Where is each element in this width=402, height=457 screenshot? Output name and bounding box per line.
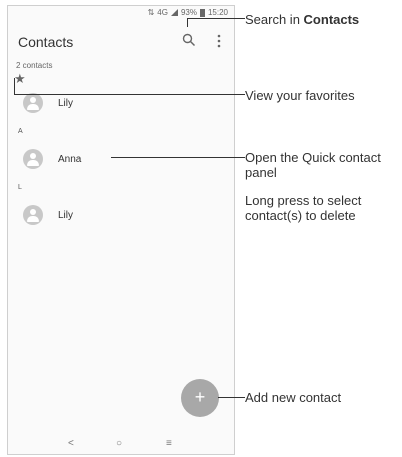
favorites-star-icon: ★ <box>14 71 26 86</box>
contact-count: 2 contacts <box>16 61 53 70</box>
avatar <box>23 149 43 169</box>
section-header-a: A <box>18 128 23 135</box>
page-title: Contacts <box>18 34 74 50</box>
callout-line-add <box>218 397 245 398</box>
contact-row-lily[interactable]: Lily <box>8 202 208 228</box>
callout-long-press: Long press to select contact(s) to delet… <box>245 193 362 223</box>
phone-screen: ⇅ 4G 93% 15:20 Contacts 2 contacts ★ Lil… <box>7 5 235 455</box>
signal-icon <box>170 9 178 16</box>
nav-back-button[interactable]: < <box>68 438 74 449</box>
add-contact-button[interactable]: + <box>181 379 219 417</box>
callout-search-bold: Contacts <box>303 12 360 27</box>
vibrate-icon: ⇅ <box>147 8 155 17</box>
contact-name: Lily <box>58 209 74 221</box>
contact-name: Lily <box>58 97 74 109</box>
battery-icon <box>199 8 205 17</box>
callout-search: Search in Contacts <box>245 12 360 27</box>
network-label: 4G <box>157 8 168 17</box>
nav-recents-button[interactable]: ≡ <box>166 438 172 449</box>
callout-quick-contact: Open the Quick contact panel <box>245 150 381 180</box>
callout-line-search <box>187 18 188 27</box>
callout-line-search-h <box>187 18 245 19</box>
contact-name: Anna <box>58 153 82 165</box>
callout-line-quick <box>111 157 245 158</box>
battery-level: 93% <box>180 8 197 17</box>
clock: 15:20 <box>207 8 228 17</box>
search-icon[interactable] <box>182 33 196 47</box>
callout-favorites: View your favorites <box>245 88 355 103</box>
avatar <box>23 93 43 113</box>
callout-add: Add new contact <box>245 390 342 405</box>
contact-row-anna[interactable]: Anna <box>8 146 208 172</box>
avatar <box>23 205 43 225</box>
status-bar: ⇅ 4G 93% 15:20 <box>148 8 228 17</box>
callout-line-fav-h <box>14 94 245 95</box>
more-options-icon[interactable] <box>216 34 222 48</box>
callout-line-fav-v <box>14 78 15 94</box>
nav-home-button[interactable]: ○ <box>116 438 122 449</box>
section-header-l: L <box>18 184 22 191</box>
